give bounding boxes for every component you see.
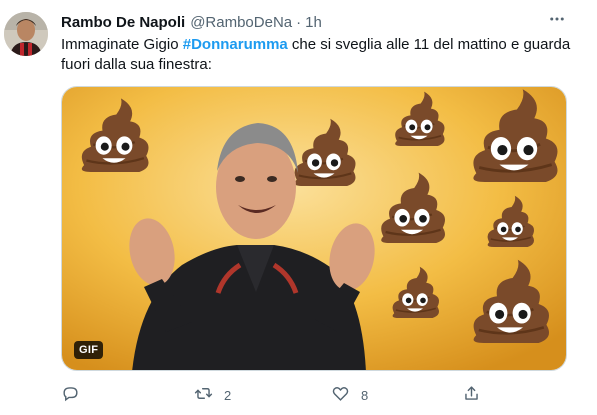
like-button[interactable]: 8: [331, 384, 368, 406]
reply-button[interactable]: [61, 384, 91, 406]
hashtag-link[interactable]: #Donnarumma: [183, 36, 288, 53]
tweet-actions: 2 8: [61, 384, 561, 406]
gif-badge: GIF: [74, 341, 104, 359]
tweet-text: Immaginate Gigio #Donnarumma che si sveg…: [61, 35, 571, 75]
retweet-icon: [194, 384, 213, 406]
heart-icon: [331, 384, 350, 406]
gif-frame: [62, 87, 566, 370]
timestamp[interactable]: 1h: [305, 14, 322, 31]
tweet[interactable]: Rambo De Napoli @RamboDeNa · 1h Immagina…: [0, 0, 597, 415]
more-horizontal-icon: [548, 10, 566, 33]
retweet-count: 2: [224, 387, 232, 403]
author-handle[interactable]: @RamboDeNa: [190, 14, 292, 31]
tweet-text-part1: Immaginate Gigio: [61, 36, 183, 53]
reply-icon: [61, 384, 80, 406]
author-name[interactable]: Rambo De Napoli: [61, 14, 185, 31]
separator-dot: ·: [296, 13, 302, 31]
avatar[interactable]: [4, 12, 48, 56]
retweet-button[interactable]: 2: [194, 384, 231, 406]
gif-media[interactable]: GIF: [61, 86, 567, 371]
tweet-header: Rambo De Napoli @RamboDeNa · 1h: [61, 12, 322, 32]
share-button[interactable]: [462, 384, 481, 406]
like-count: 8: [361, 387, 369, 403]
share-icon: [462, 384, 481, 406]
more-options-button[interactable]: [546, 10, 568, 32]
